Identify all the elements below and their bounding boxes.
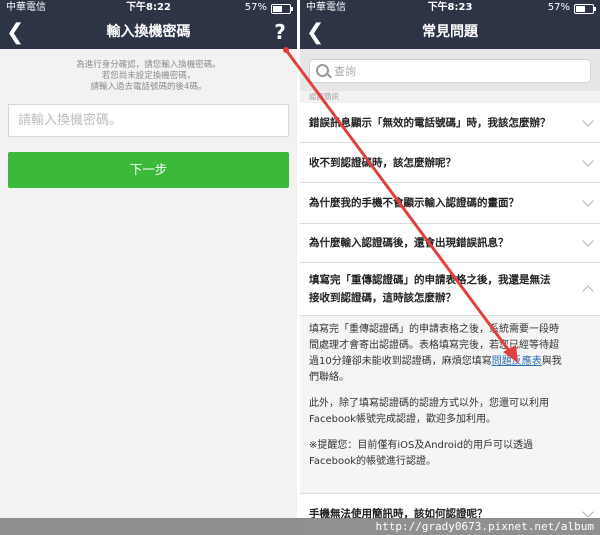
status-bar: 中華電信 下午8:22 57% (0, 0, 297, 16)
watermark: http://grady0673.pixnet.net/album (0, 518, 600, 535)
faq-answer: 填寫完「重傳認證碼」的申請表格之後，系統需要一段時 間處理才會寄出認證碼。表格填… (300, 316, 600, 492)
instruction-line: 若您尚未設定換機密碼， (101, 71, 196, 81)
chevron-down-icon (582, 155, 594, 167)
battery-percent: 57% (547, 2, 570, 13)
answer-line: 填寫完「重傳認證碼」的申請表格之後，系統需要一段時 (309, 324, 559, 335)
feedback-form-link[interactable]: 問題反應表 (492, 356, 542, 367)
page-title: 輸入換機密碼 (106, 24, 191, 40)
faq-item[interactable]: 錯誤訊息顯示「無效的電話號碼」時，我該怎麼辦？ (300, 103, 600, 143)
page-title: 常見問題 (422, 24, 478, 40)
faq-screen: 中華電信 下午8:23 57% ❮ 常見問題 認證簡訊 錯誤訊息顯示「無效的電話… (300, 0, 600, 535)
answer-line: 間處理才會寄出認證碼。表格填寫完後，若您已經等待超 (309, 340, 559, 351)
faq-question-line: 接收到認證碼，這時該怎麼辦？ (309, 292, 456, 304)
faq-item[interactable]: 為什麼我的手機不會顯示輸入認證碼的畫面？ (300, 183, 600, 224)
instruction-line: 請輸入過去電話號碼的後4碼。 (90, 82, 207, 92)
search-box[interactable] (309, 59, 591, 83)
nav-bar: ❮ 常見問題 (300, 16, 600, 49)
answer-line: Facebook帳號完成認證，歡迎多加利用。 (309, 414, 496, 425)
faq-question: 填寫完「重傳認證碼」的申請表格之後，我還是無法 接收到認證碼，這時該怎麼辦？ (309, 271, 572, 307)
nav-bar: ❮ 輸入換機密碼 ? (0, 16, 297, 49)
section-label: 認證簡訊 (309, 92, 339, 101)
search-icon (316, 64, 329, 77)
battery-icon (574, 4, 596, 14)
chevron-up-icon (582, 285, 594, 297)
answer-paragraph: 此外，除了填寫認證碼的認證方式以外，您還可以利用 Facebook帳號完成認證，… (309, 396, 593, 428)
answer-line: 過10分鐘卻未能收到認證碼，麻煩您填寫 (309, 356, 492, 367)
battery-icon (271, 4, 293, 14)
faq-question: 錯誤訊息顯示「無效的電話號碼」時，我該怎麼辦？ (309, 117, 551, 129)
chevron-down-icon (582, 195, 594, 207)
search-input[interactable] (332, 60, 566, 82)
faq-question: 為什麼我的手機不會顯示輸入認證碼的畫面？ (309, 197, 519, 209)
answer-line: 們聯絡。 (309, 372, 349, 383)
answer-line: 此外，除了填寫認證碼的認證方式以外，您還可以利用 (309, 398, 549, 409)
faq-item-expanded[interactable]: 填寫完「重傳認證碼」的申請表格之後，我還是無法 接收到認證碼，這時該怎麼辦？ (300, 263, 600, 316)
answer-line: Facebook的帳號進行認證。 (309, 456, 436, 467)
instruction-line: 為進行身分確認，請您輸入換機密碼。 (76, 60, 221, 70)
answer-line: ※提醒您：目前僅有iOS及Android的用戶可以透過 (309, 440, 534, 451)
help-icon[interactable]: ? (269, 16, 291, 49)
faq-question: 為什麼輸入認證碼後，還會出現錯誤訊息？ (309, 237, 509, 249)
next-button[interactable]: 下一步 (8, 152, 289, 188)
answer-paragraph: 填寫完「重傳認證碼」的申請表格之後，系統需要一段時 間處理才會寄出認證碼。表格填… (309, 322, 593, 386)
chevron-down-icon (582, 235, 594, 247)
search-bar (300, 49, 600, 91)
instruction-text: 為進行身分確認，請您輸入換機密碼。 若您尚未設定換機密碼， 請輸入過去電話號碼的… (0, 60, 297, 93)
faq-question: 收不到認證碼時，該怎麼辦呢？ (309, 157, 456, 169)
battery-percent: 57% (244, 2, 267, 13)
answer-line: 與我 (541, 356, 562, 367)
password-input[interactable] (8, 104, 289, 137)
faq-question-line: 填寫完「重傳認證碼」的申請表格之後，我還是無法 (309, 274, 551, 286)
faq-item[interactable]: 收不到認證碼時，該怎麼辦呢？ (300, 143, 600, 183)
chevron-down-icon (582, 115, 594, 127)
chevron-down-icon (582, 506, 594, 518)
faq-item[interactable]: 為什麼輸入認證碼後，還會出現錯誤訊息？ (300, 224, 600, 263)
status-bar: 中華電信 下午8:23 57% (300, 0, 600, 16)
answer-paragraph: ※提醒您：目前僅有iOS及Android的用戶可以透過 Facebook的帳號進… (309, 438, 593, 470)
password-screen: 中華電信 下午8:22 57% ❮ 輸入換機密碼 ? 為進行身分確認，請您輸入換… (0, 0, 297, 535)
